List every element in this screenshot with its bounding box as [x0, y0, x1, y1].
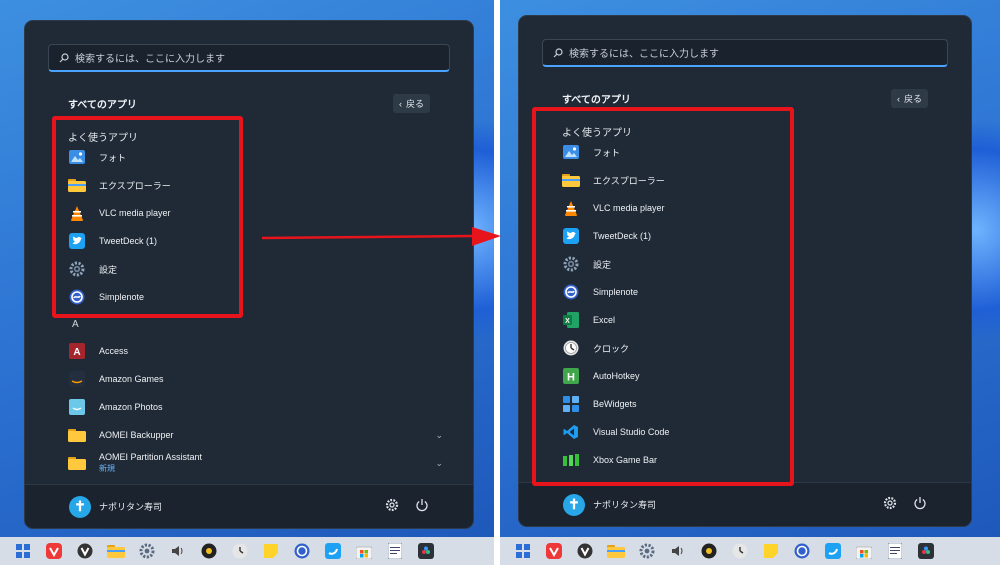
vivaldi-icon[interactable]: [43, 540, 65, 562]
app-icon[interactable]: [698, 540, 720, 562]
all-apps-title: すべてのアプリ: [68, 100, 137, 111]
vivaldi-icon[interactable]: [543, 540, 565, 562]
settings-icon[interactable]: [636, 540, 658, 562]
app-icon[interactable]: [198, 540, 220, 562]
app-name: AOMEI Partition Assistant: [99, 452, 203, 462]
start-footer: ✝ ナポリタン寿司: [25, 484, 473, 528]
app-item[interactable]: Amazon Photos: [68, 393, 443, 421]
app-label: AOMEI Partition Assistant 新規: [99, 452, 202, 474]
avatar[interactable]: ✝: [69, 495, 91, 518]
volume-icon[interactable]: [667, 540, 689, 562]
power-icon[interactable]: [415, 498, 429, 512]
svg-text:A: A: [73, 347, 80, 358]
tweetdeck-icon[interactable]: [822, 540, 844, 562]
search-placeholder: 検索するには、ここに入力します: [75, 54, 225, 65]
back-button[interactable]: ‹ 戻る: [392, 94, 430, 113]
app-name: Amazon Photos: [99, 402, 163, 412]
new-badge: 新規: [99, 464, 115, 473]
avatar[interactable]: ✝: [563, 493, 585, 516]
app-item[interactable]: AOMEI Backupper ⌄: [68, 421, 443, 449]
app-icon-slot: [68, 454, 86, 472]
clock-icon[interactable]: [729, 540, 751, 562]
back-label: 戻る: [903, 94, 922, 104]
folder-icon: [68, 457, 86, 470]
user-name[interactable]: ナポリタン寿司: [593, 498, 656, 511]
app-icon-slot: [68, 426, 86, 444]
resolve-icon[interactable]: [415, 540, 437, 562]
app-name: Amazon Games: [99, 374, 164, 384]
app-icon-slot: A: [68, 342, 86, 360]
chevron-left-icon: ‹: [398, 98, 402, 109]
store-icon[interactable]: [353, 540, 375, 562]
search-icon: [59, 52, 69, 62]
all-apps-title: すべてのアプリ: [562, 95, 631, 106]
amazon-games-icon: [69, 371, 85, 387]
explorer-icon[interactable]: [605, 540, 627, 562]
highlight-box-right: [532, 107, 794, 486]
search-input[interactable]: 検索するには、ここに入力します: [48, 44, 450, 72]
highlight-box-left: [52, 116, 243, 318]
app-item[interactable]: A Access: [68, 337, 443, 365]
store-icon[interactable]: [853, 540, 875, 562]
search-icon: [553, 47, 563, 57]
notepad-icon[interactable]: [884, 540, 906, 562]
red-arrow: [262, 227, 501, 246]
app-name: Access: [99, 346, 129, 356]
chevron-down-icon[interactable]: ⌄: [435, 458, 443, 469]
gear-icon[interactable]: [385, 498, 399, 512]
notepad-icon[interactable]: [384, 540, 406, 562]
resolve-icon[interactable]: [915, 540, 937, 562]
start-footer: ✝ ナポリタン寿司: [519, 482, 971, 526]
sticky-notes-icon[interactable]: [260, 540, 282, 562]
vivaldi-snapshot-icon[interactable]: [574, 540, 596, 562]
app-label: Access: [99, 346, 128, 356]
taskbar: [0, 537, 494, 565]
app-label: Amazon Photos: [99, 402, 163, 412]
back-label: 戻る: [405, 99, 424, 109]
simplenote-icon[interactable]: [291, 540, 313, 562]
tweetdeck-icon[interactable]: [322, 540, 344, 562]
clock-icon[interactable]: [229, 540, 251, 562]
app-name: AOMEI Backupper: [99, 430, 174, 440]
app-icon-slot: [68, 398, 86, 416]
gear-icon[interactable]: [883, 496, 897, 510]
chevron-left-icon: ‹: [896, 93, 900, 104]
search-input[interactable]: 検索するには、ここに入力します: [542, 39, 948, 67]
app-item[interactable]: AOMEI Partition Assistant 新規 ⌄: [68, 449, 443, 477]
app-label: AOMEI Backupper: [99, 430, 174, 440]
chevron-down-icon[interactable]: ⌄: [435, 430, 443, 441]
back-button[interactable]: ‹ 戻る: [890, 89, 928, 108]
start-icon[interactable]: [512, 540, 534, 562]
settings-icon[interactable]: [136, 540, 158, 562]
vivaldi-snapshot-icon[interactable]: [74, 540, 96, 562]
app-label: Amazon Games: [99, 374, 164, 384]
explorer-icon[interactable]: [105, 540, 127, 562]
power-icon[interactable]: [913, 496, 927, 510]
simplenote-icon[interactable]: [791, 540, 813, 562]
user-name[interactable]: ナポリタン寿司: [99, 500, 162, 513]
volume-icon[interactable]: [167, 540, 189, 562]
all-apps-header: すべてのアプリ ‹ 戻る: [68, 94, 430, 113]
sticky-notes-icon[interactable]: [760, 540, 782, 562]
taskbar: [500, 537, 1000, 565]
start-icon[interactable]: [12, 540, 34, 562]
folder-icon: [68, 429, 86, 442]
search-placeholder: 検索するには、ここに入力します: [569, 49, 719, 60]
app-item[interactable]: Amazon Games: [68, 365, 443, 393]
access-icon: A: [69, 343, 85, 359]
app-icon-slot: [68, 370, 86, 388]
all-apps-header: すべてのアプリ ‹ 戻る: [562, 89, 928, 108]
amazon-photos-icon: [69, 399, 85, 415]
